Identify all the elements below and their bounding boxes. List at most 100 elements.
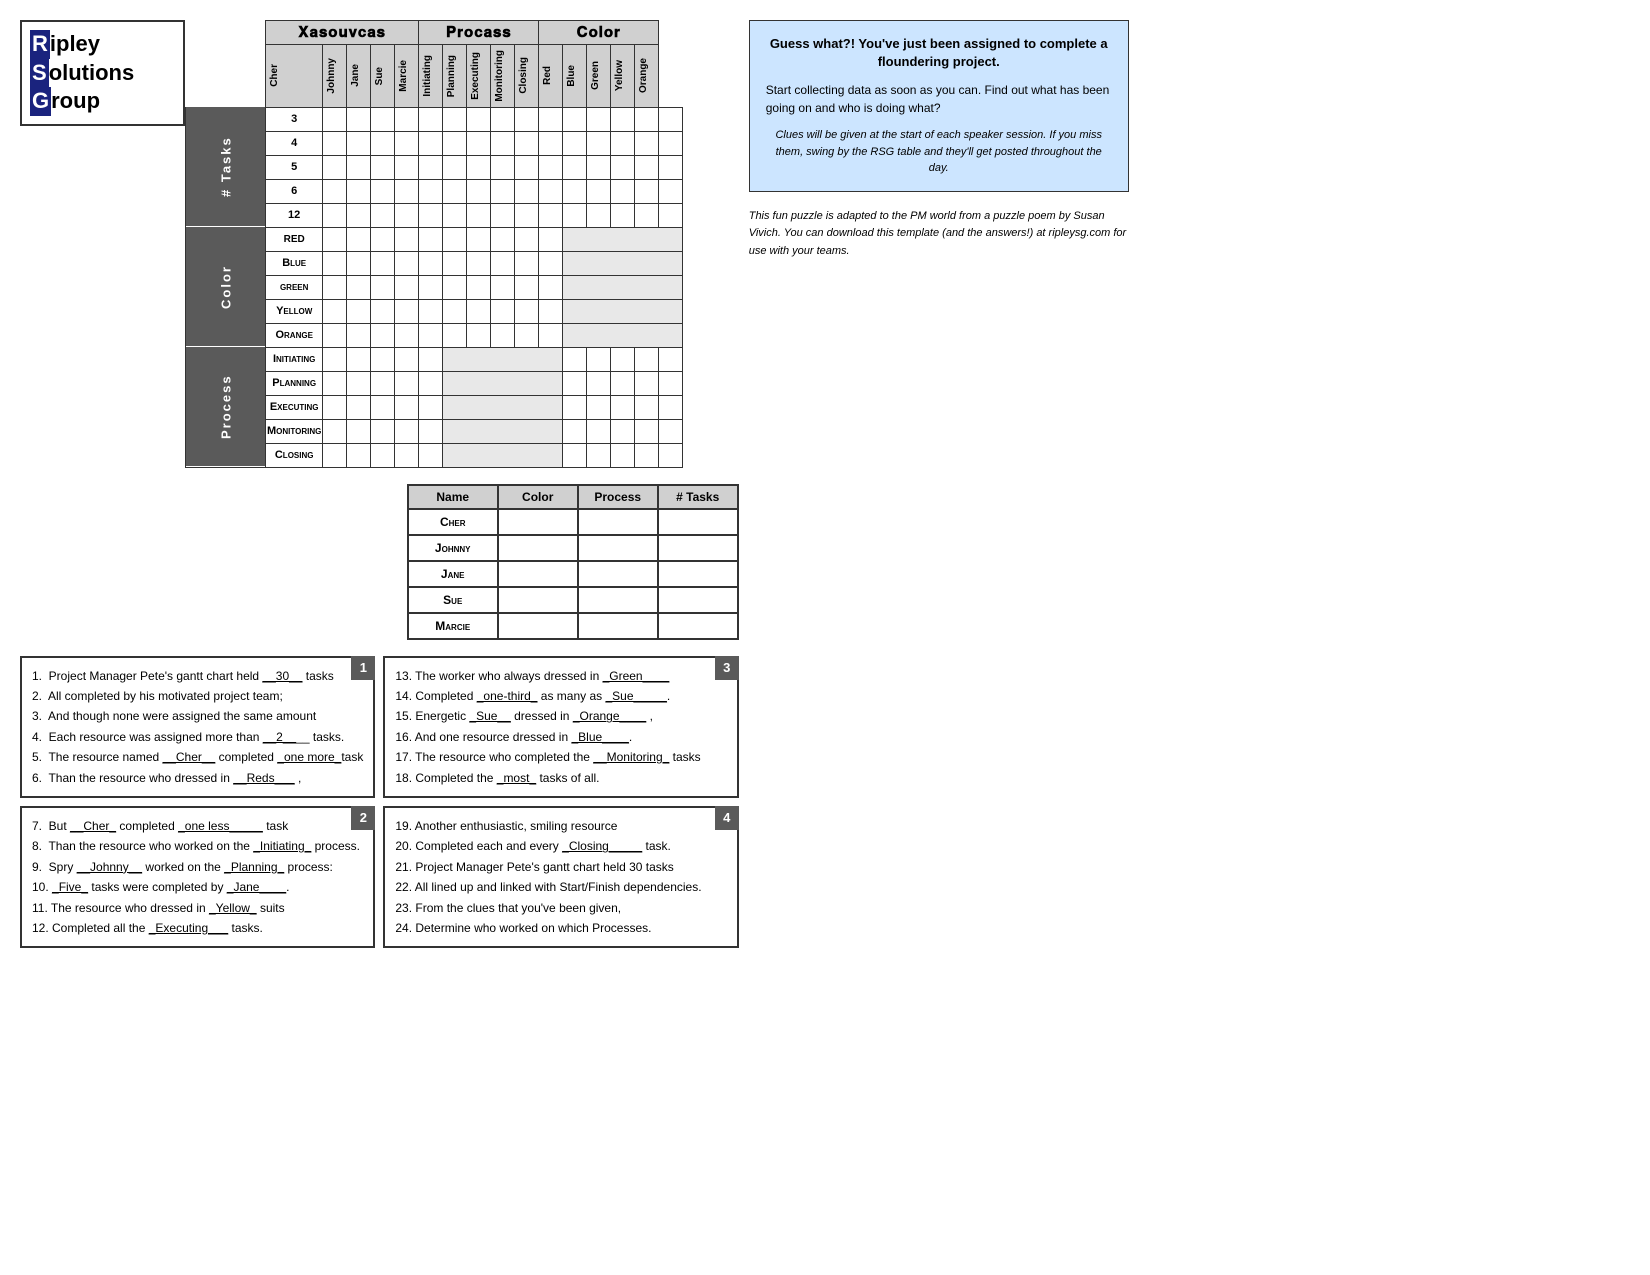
clue-line-1-6: 6. Than the resource who dressed in __Re… <box>32 768 363 788</box>
answer-process-cher[interactable] <box>578 509 658 535</box>
row-closing-label: Closing <box>266 443 323 467</box>
clue-line-4-6: 24. Determine who worked on which Proces… <box>395 918 726 938</box>
answer-tasks-johnny[interactable] <box>658 535 738 561</box>
row-red-label: RED <box>266 227 323 251</box>
row-12-label: 12 <box>266 203 323 227</box>
cell[interactable] <box>443 107 467 131</box>
clue-box-1: 1 1. Project Manager Pete's gantt chart … <box>20 656 375 798</box>
cell[interactable] <box>419 107 443 131</box>
cell[interactable] <box>659 107 683 131</box>
info-box-para1: Start collecting data as soon as you can… <box>766 81 1112 117</box>
cell[interactable] <box>611 107 635 131</box>
clue-line-1-2: 2. All completed by his motivated projec… <box>32 686 363 706</box>
answer-col-tasks: # Tasks <box>658 485 738 509</box>
col-planning: Planning <box>443 45 467 108</box>
clue-line-3-2: 14. Completed _one-third_ as many as _Su… <box>395 686 726 706</box>
answer-process-marcie[interactable] <box>578 613 658 639</box>
left-section: Ripley Solutions Group 𝐗𝐚𝐬𝐨𝐮𝐯𝐜𝐚𝐬 𝐏𝐫𝐨𝐜𝐚𝐬𝐬… <box>20 20 739 948</box>
right-section: Guess what?! You've just been assigned t… <box>749 20 1129 261</box>
col-blue: Blue <box>563 45 587 108</box>
clues-area: 1 1. Project Manager Pete's gantt chart … <box>20 656 739 949</box>
answer-color-marcie[interactable] <box>498 613 578 639</box>
answer-color-jane[interactable] <box>498 561 578 587</box>
answer-tasks-sue[interactable] <box>658 587 738 613</box>
clue-line-1-4: 4. Each resource was assigned more than … <box>32 727 363 747</box>
cell[interactable] <box>323 107 347 131</box>
clue-line-2-5: 11. The resource who dressed in _Yellow_… <box>32 898 363 918</box>
clue-line-3-5: 17. The resource who completed the __Mon… <box>395 747 726 767</box>
row-yellow-label: Yellow <box>266 299 323 323</box>
cell[interactable] <box>347 107 371 131</box>
process-side-label: Process <box>186 347 266 467</box>
col-initiating: Initiating <box>419 45 443 108</box>
clue-box-4: 4 19. Another enthusiastic, smiling reso… <box>383 806 738 948</box>
col-johnny: Johnny <box>323 45 347 108</box>
clue-line-4-3: 21. Project Manager Pete's gantt chart h… <box>395 857 726 877</box>
answer-process-sue[interactable] <box>578 587 658 613</box>
col-closing: Closing <box>515 45 539 108</box>
answer-tasks-cher[interactable] <box>658 509 738 535</box>
answer-color-cher[interactable] <box>498 509 578 535</box>
col-green: Green <box>587 45 611 108</box>
clue-line-1-5: 5. The resource named __Cher__ completed… <box>32 747 363 767</box>
r-letter: R <box>30 30 50 59</box>
clue-line-1-3: 3. And though none were assigned the sam… <box>32 706 363 726</box>
clue-line-4-1: 19. Another enthusiastic, smiling resour… <box>395 816 726 836</box>
cell[interactable] <box>395 107 419 131</box>
answer-col-name: Name <box>408 485 498 509</box>
cell[interactable] <box>491 107 515 131</box>
cell[interactable] <box>371 107 395 131</box>
clue-line-3-1: 13. The worker who always dressed in _Gr… <box>395 666 726 686</box>
clue-line-2-1: 7. But __Cher_ completed _one less_____ … <box>32 816 363 836</box>
answer-process-jane[interactable] <box>578 561 658 587</box>
cell[interactable] <box>587 107 611 131</box>
row-3-label: 3 <box>266 107 323 131</box>
col-marcie: Marcie <box>395 45 419 108</box>
clue-badge-4: 4 <box>715 806 739 830</box>
cell[interactable] <box>635 107 659 131</box>
process-header: 𝐏𝐫𝐨𝐜𝐚𝐬𝐬 <box>419 21 539 45</box>
clue-line-2-6: 12. Completed all the _Executing___ task… <box>32 918 363 938</box>
col-executing: Executing <box>467 45 491 108</box>
answer-tasks-marcie[interactable] <box>658 613 738 639</box>
clue-line-3-4: 16. And one resource dressed in _Blue___… <box>395 727 726 747</box>
row-monitoring-label: Monitoring <box>266 419 323 443</box>
cell[interactable] <box>539 107 563 131</box>
cell[interactable] <box>467 107 491 131</box>
row-orange-label: Orange <box>266 323 323 347</box>
logo: Ripley Solutions Group <box>20 20 185 126</box>
row-blue-label: Blue <box>266 251 323 275</box>
cell[interactable] <box>515 107 539 131</box>
clue-box-2: 2 7. But __Cher_ completed _one less____… <box>20 806 375 948</box>
answer-color-johnny[interactable] <box>498 535 578 561</box>
info-box-para2: Clues will be given at the start of each… <box>766 127 1112 177</box>
answer-tasks-jane[interactable] <box>658 561 738 587</box>
answer-col-process: Process <box>578 485 658 509</box>
logo-grid-area: Ripley Solutions Group 𝐗𝐚𝐬𝐨𝐮𝐯𝐜𝐚𝐬 𝐏𝐫𝐨𝐜𝐚𝐬𝐬… <box>20 20 739 468</box>
answer-name-cher: Cher <box>408 509 498 535</box>
answer-table: Name Color Process # Tasks Cher Johnny <box>407 484 739 640</box>
tasks-side-label: # Tasks <box>186 107 266 227</box>
answer-row-marcie: Marcie <box>408 613 738 639</box>
solutions-text: olutions <box>49 60 135 85</box>
answer-row-cher: Cher <box>408 509 738 535</box>
cell[interactable] <box>563 107 587 131</box>
info-box-title: Guess what?! You've just been assigned t… <box>766 35 1112 71</box>
info-box: Guess what?! You've just been assigned t… <box>749 20 1129 192</box>
answer-table-container: Name Color Process # Tasks Cher Johnny <box>20 476 739 640</box>
main-grid-table: 𝐗𝐚𝐬𝐨𝐮𝐯𝐜𝐚𝐬 𝐏𝐫𝐨𝐜𝐚𝐬𝐬 𝐂𝐨𝐥𝐨𝐫 Cher Johnny Jane… <box>185 20 683 468</box>
s-letter: S <box>30 59 49 88</box>
clue-badge-1: 1 <box>351 656 375 680</box>
answer-name-sue: Sue <box>408 587 498 613</box>
answer-process-johnny[interactable] <box>578 535 658 561</box>
answer-row-sue: Sue <box>408 587 738 613</box>
col-cher: Cher <box>266 45 323 108</box>
group-text: roup <box>51 88 100 113</box>
clue-line-4-5: 23. From the clues that you've been give… <box>395 898 726 918</box>
col-orange: Orange <box>635 45 659 108</box>
ripley-text: ipley <box>50 31 100 56</box>
col-sue: Sue <box>371 45 395 108</box>
answer-color-sue[interactable] <box>498 587 578 613</box>
clue-line-2-2: 8. Than the resource who worked on the _… <box>32 836 363 856</box>
row-executing-label: Executing <box>266 395 323 419</box>
